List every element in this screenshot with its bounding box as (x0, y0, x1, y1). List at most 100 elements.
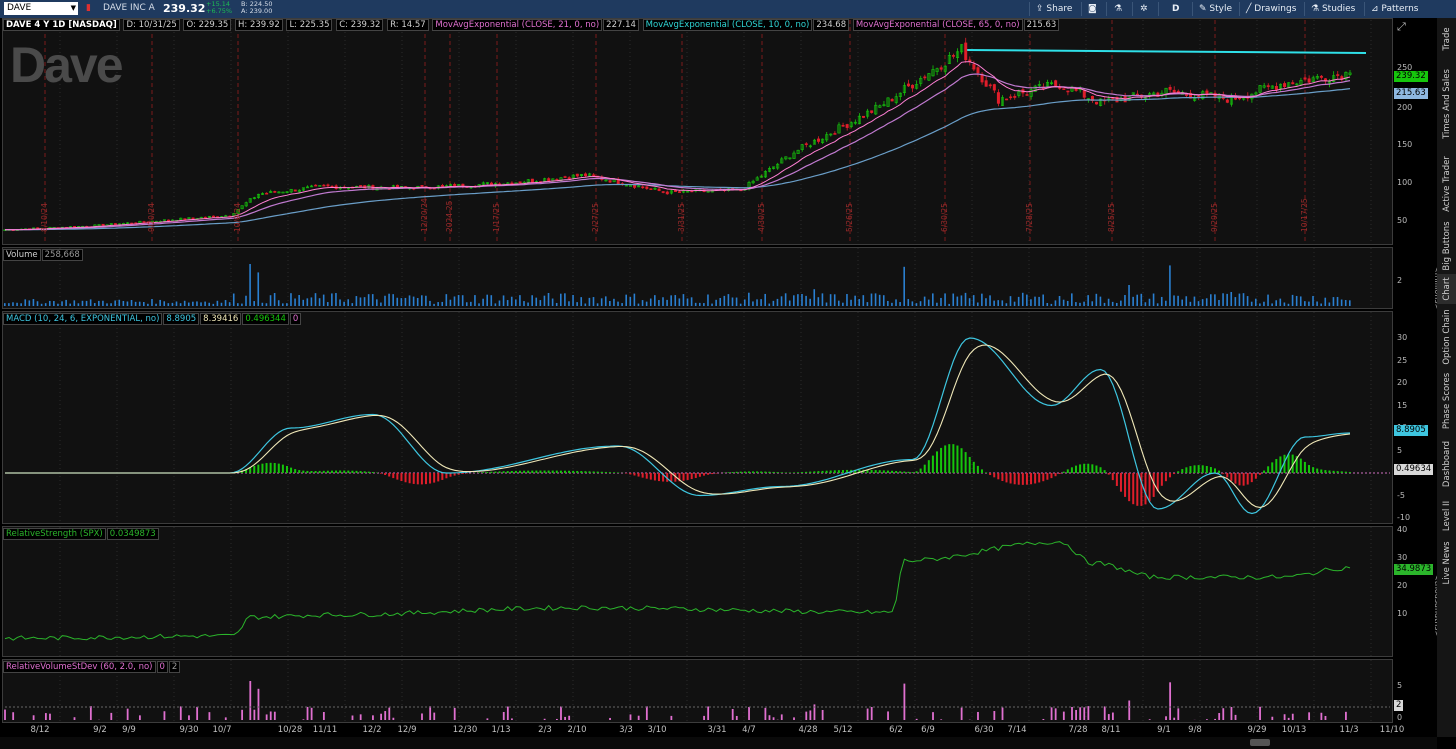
hist-bar (805, 471, 808, 473)
volume-bar (241, 303, 243, 306)
volume-bar (151, 299, 153, 306)
hist-bar (1017, 473, 1020, 485)
candle (1062, 88, 1066, 90)
volume-bar (359, 297, 362, 306)
volume-bar (600, 298, 603, 306)
rv-badge: 2 (1394, 700, 1404, 711)
volume-bar (48, 300, 51, 306)
volume-bar (1271, 303, 1273, 306)
x-tick: 3/3 (619, 725, 633, 735)
hist-bar (927, 460, 930, 473)
rv-bar (1087, 706, 1090, 720)
hist-bar (960, 448, 963, 473)
tab-level-ii[interactable]: Level II (1437, 496, 1456, 536)
volume-bar (1087, 295, 1089, 306)
rv-value-2: 2 (168, 661, 181, 673)
volume-bar (1349, 300, 1351, 306)
volume-bar (797, 294, 799, 306)
chart-canvas[interactable] (0, 0, 1456, 749)
hist-bar (257, 464, 260, 473)
ma65-label[interactable]: MovAvgExponential (CLOSE, 65, 0, no) (852, 19, 1023, 31)
macd-label[interactable]: MACD (10, 24, 6, EXPONENTIAL, no) (3, 313, 163, 325)
volume-bar (596, 303, 599, 306)
hist-bar (617, 472, 620, 473)
hist-bar (915, 471, 918, 473)
rv-bar (1001, 707, 1004, 720)
x-tick: 8/11 (1101, 725, 1121, 735)
hist-bar (792, 472, 795, 473)
y-tick: 25 (1397, 355, 1408, 365)
earnings-label: 9/20/24 (147, 203, 156, 232)
x-tick: 9/29 (1247, 725, 1267, 735)
volume-bar (768, 303, 771, 306)
volume-bar (1103, 302, 1106, 306)
volume-bar (1177, 295, 1179, 306)
hist-bar (478, 472, 481, 473)
volume-bar (1259, 303, 1261, 306)
tab-dashboard[interactable]: Dashboard (1437, 434, 1456, 494)
rs-label[interactable]: RelativeStrength (SPX) (3, 528, 106, 540)
candle (1336, 74, 1340, 76)
volume-bar (543, 295, 546, 306)
volume-bar (245, 295, 247, 306)
volume-bar (654, 295, 656, 306)
candle (1176, 90, 1180, 93)
hist-bar (980, 469, 983, 473)
volume-bar (1304, 301, 1306, 306)
candle (592, 174, 596, 177)
hist-bar (1287, 454, 1290, 473)
expand-icon[interactable]: ⤢ (1397, 20, 1406, 34)
hist-bar (1087, 463, 1090, 473)
volume-bar (449, 299, 452, 306)
tab-active-trader[interactable]: Active Trader (1437, 150, 1456, 218)
hist-bar (355, 470, 358, 473)
hist-bar (940, 447, 943, 473)
volume-bar (568, 301, 570, 306)
scroll-thumb[interactable] (1250, 739, 1270, 746)
volume-bar (1144, 302, 1147, 306)
volume-bar (1111, 301, 1114, 306)
tab-trade[interactable]: Trade (1437, 20, 1456, 58)
volume-bar (1205, 298, 1208, 306)
rv-bar (188, 715, 190, 720)
tab-times-and-sales[interactable]: Times And Sales (1437, 60, 1456, 148)
hist-bar (985, 472, 988, 473)
hist-bar (715, 473, 718, 474)
volume-bar (453, 296, 456, 306)
ma10-label[interactable]: MovAvgExponential (CLOSE, 10, 0, no) (642, 19, 813, 31)
tab-chart[interactable]: Chart (1437, 274, 1456, 304)
rv-bar (1271, 716, 1274, 720)
tab-big-buttons[interactable]: Big Buttons (1437, 220, 1456, 272)
tab-option-chain[interactable]: Option Chain (1437, 306, 1456, 368)
candle (183, 218, 187, 220)
volume-bar (948, 303, 950, 306)
volume-label[interactable]: Volume (3, 249, 41, 261)
tab-phase-scores[interactable]: Phase Scores (1437, 370, 1456, 432)
volume-bar (1071, 293, 1073, 306)
volume-bar (919, 301, 922, 306)
volume-bar (801, 293, 803, 306)
volume-bar (416, 297, 419, 306)
candle (657, 188, 661, 191)
hist-bar (302, 470, 305, 473)
candle (1266, 85, 1270, 87)
hist-bar (519, 470, 522, 473)
tab-live-news[interactable]: Live News (1437, 538, 1456, 588)
volume-bar (723, 295, 726, 306)
candle (1283, 83, 1287, 87)
hist-bar (1021, 473, 1024, 485)
volume-bar (690, 297, 693, 306)
volume-bar (932, 293, 934, 306)
y-tick: 150 (1397, 140, 1413, 149)
volume-bar (16, 302, 18, 306)
volume-bar (1013, 301, 1016, 306)
macd-line (5, 337, 1351, 515)
volume-bar (470, 301, 472, 306)
hist-bar (265, 463, 268, 473)
volume-bar (412, 296, 415, 306)
volume-bar (363, 297, 366, 306)
volume-bar (662, 297, 664, 306)
bottom-scrollbar[interactable] (0, 737, 1437, 749)
ma21-label[interactable]: MovAvgExponential (CLOSE, 21, 0, no) (432, 19, 603, 31)
rv-label[interactable]: RelativeVolumeStDev (60, 2.0, no) (3, 661, 156, 673)
